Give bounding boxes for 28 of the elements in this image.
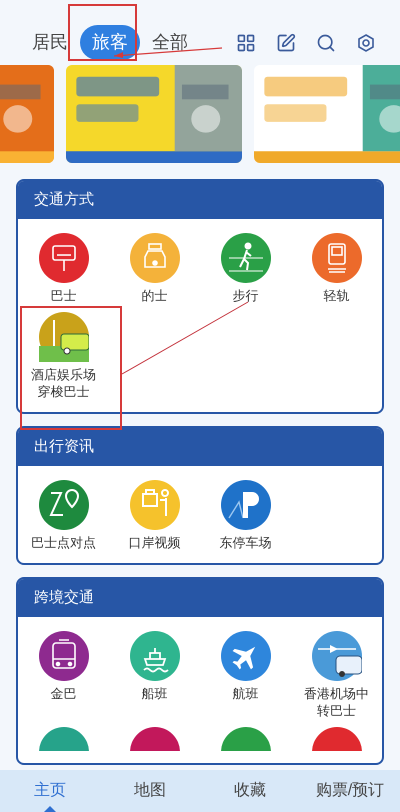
item-label[interactable]: 船班 [120, 685, 188, 702]
item-label[interactable]: 口岸视频 [120, 534, 188, 551]
tab[interactable]: 旅客 [80, 25, 140, 60]
nav-tab[interactable]: 收藏 [200, 770, 300, 812]
item-label[interactable]: 航班 [212, 685, 280, 702]
item-label[interactable]: 东停车场 [212, 534, 280, 551]
item-label[interactable]: 金巴 [30, 685, 98, 702]
tab[interactable]: 居民 [24, 25, 76, 60]
nav-tab[interactable]: 主页 [0, 770, 100, 812]
item-label[interactable]: 步行 [212, 287, 280, 304]
item-label[interactable]: 酒店娱乐场穿梭巴士 [30, 366, 98, 400]
tab[interactable]: 全部 [144, 25, 196, 60]
settings-icon[interactable] [356, 32, 376, 52]
nav-tab[interactable]: 地图 [100, 770, 200, 812]
nav-tab[interactable]: 购票/预订 [300, 770, 400, 812]
item-label[interactable]: 的士 [120, 287, 188, 304]
indicator-icon [44, 806, 56, 812]
item-label[interactable]: 香港机场中转巴士 [302, 685, 370, 719]
item-label[interactable]: 巴士 [30, 287, 98, 304]
section-title: 交通方式 [18, 181, 382, 219]
item-label[interactable]: 轻轨 [302, 287, 370, 304]
section-title: 跨境交通 [18, 579, 382, 617]
section-title: 出行资讯 [18, 428, 382, 466]
edit-icon[interactable] [276, 32, 296, 52]
search-icon[interactable] [316, 32, 336, 52]
grid-icon[interactable] [236, 32, 256, 52]
annotation-box [68, 4, 137, 61]
item-label[interactable]: 巴士点对点 [30, 534, 98, 551]
